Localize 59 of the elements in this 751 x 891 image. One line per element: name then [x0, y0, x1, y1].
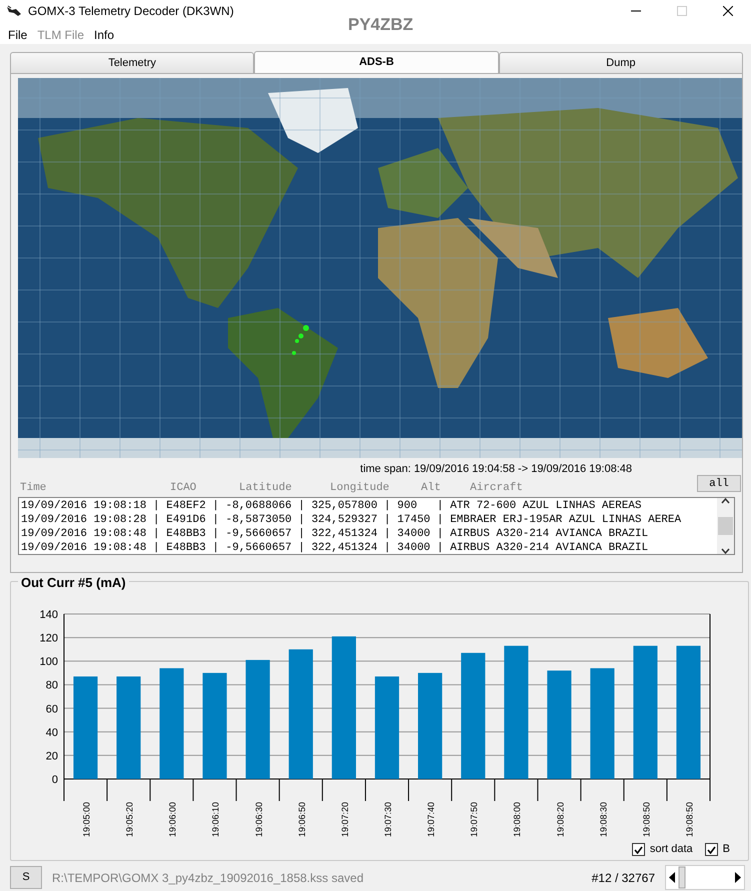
x-tick-label: 19:05:00 — [82, 802, 92, 838]
check-icon — [634, 846, 643, 854]
close-icon — [723, 6, 733, 16]
scroll-up-icon[interactable] — [721, 498, 730, 504]
scrollbar-thumb[interactable] — [718, 517, 733, 535]
checkbox-option[interactable]: B — [704, 843, 730, 856]
x-tick-label: 19:07:50 — [469, 802, 480, 838]
column-header: Longitude — [330, 480, 390, 496]
check-icon — [706, 846, 716, 854]
list-row[interactable]: 19/09/2016 19:08:48 | E48BB3 | -9,5660657 | 322,451324 | 34000 | AIRBUS A320-214 AVIANCA BRAZIL — [21, 541, 717, 554]
maximize-icon — [677, 6, 687, 16]
callsign-label: PY4ZBZ — [348, 14, 414, 36]
record-counter: #12 / 32767 — [592, 870, 655, 886]
tab[interactable]: Dump — [498, 52, 743, 73]
x-tick-label: 19:08:00 — [512, 802, 522, 838]
y-tick-label: 0 — [52, 774, 58, 786]
status-message: R:\TEMPOR\GOMX 3_py4zbz_19092016_1858.kss saved — [52, 870, 364, 886]
column-header: Aircraft — [470, 480, 524, 496]
tab[interactable]: ADS-B — [254, 51, 499, 73]
scroll-down-icon[interactable] — [721, 548, 730, 554]
checkbox-option[interactable]: sort data — [632, 843, 693, 856]
menu-item[interactable]: Info — [90, 26, 120, 44]
x-tick-label: 19:05:20 — [124, 802, 135, 838]
column-header: Time — [19, 480, 48, 496]
save-button[interactable]: S — [10, 866, 42, 889]
x-tick-label: 19:07:30 — [383, 802, 393, 838]
x-tick-label: 19:08:50 — [641, 802, 652, 838]
x-tick-label: 19:06:00 — [168, 802, 178, 838]
y-tick-label: 20 — [46, 750, 58, 762]
x-tick-label: 19:07:20 — [340, 802, 350, 838]
checkbox[interactable] — [704, 843, 718, 856]
list-row[interactable]: 19/09/2016 19:08:18 | E48EF2 | -8,0688066 | 325,057800 | 900 | ATR 72-600 AZUL LINHAS AEREAS — [21, 499, 717, 513]
window-title: GOMX-3 Telemetry Decoder (DK3WN) — [28, 3, 234, 20]
column-header: Alt — [421, 480, 442, 496]
x-tick-label: 19:08:50 — [684, 802, 694, 838]
y-tick-label: 100 — [40, 656, 58, 668]
satellite-icon — [6, 5, 22, 17]
scrollbar-thumb[interactable] — [678, 866, 686, 889]
y-tick-label: 40 — [46, 726, 58, 739]
x-tick-label: 19:06:50 — [296, 802, 307, 838]
y-tick-label: 60 — [46, 703, 58, 716]
time-span-label: time span: 19/09/2016 19:04:58 -> 19/09/2016 19:08:48 — [359, 462, 633, 474]
x-tick-label: 19:06:10 — [210, 802, 221, 838]
list-row[interactable]: 19/09/2016 19:08:28 | E491D6 | -8,5873050 | 324,529327 | 17450 | EMBRAER ERJ-195AR AZUL LINHAS AEREA — [21, 513, 717, 527]
all-button[interactable]: all — [697, 475, 741, 492]
y-tick-label: 120 — [40, 632, 58, 645]
x-tick-label: 19:08:30 — [598, 802, 608, 838]
x-tick-label: 19:07:40 — [426, 802, 436, 838]
tab[interactable]: Telemetry — [10, 52, 254, 73]
y-tick-label: 140 — [40, 609, 58, 621]
x-tick-label: 19:08:20 — [555, 802, 566, 838]
y-tick-label: 80 — [46, 680, 58, 692]
column-header: ICAO — [170, 480, 198, 496]
x-tick-label: 19:06:30 — [254, 802, 264, 838]
column-header: Latitude — [239, 480, 293, 496]
horizontal-scrollbar[interactable] — [665, 865, 745, 890]
checkbox[interactable] — [632, 843, 645, 856]
list-row[interactable]: 19/09/2016 19:08:48 | E48BB3 | -9,5660657 | 322,451324 | 34000 | AIRBUS A320-214 AVIANCA BRAZIL — [21, 527, 717, 541]
menu-item[interactable]: File — [4, 26, 34, 44]
